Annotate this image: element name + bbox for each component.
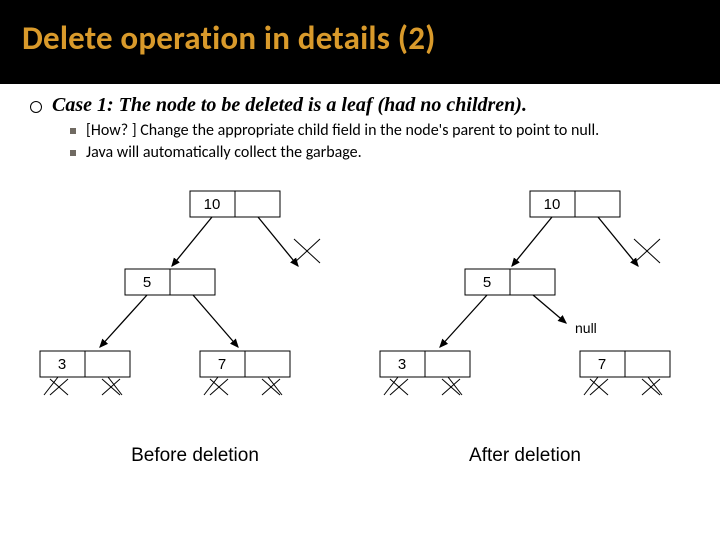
bullet-square-icon	[70, 128, 76, 134]
case-text: Case 1: The node to be deleted is a leaf…	[52, 94, 527, 117]
node-10-right: 10	[544, 196, 561, 213]
slide-content: Case 1: The node to be deleted is a leaf…	[0, 84, 720, 467]
slide-header: Delete operation in details (2)	[0, 0, 720, 84]
tree-diagrams: 10 5 3 7	[30, 181, 690, 441]
node-3-left: 3	[58, 356, 66, 373]
node-3-right: 3	[398, 356, 406, 373]
null-label: null	[575, 320, 597, 336]
trees-svg: 10 5 3 7	[30, 181, 690, 441]
caption-after: After deletion	[360, 445, 690, 467]
sub-bullet-list: [How? ] Change the appropriate child fie…	[70, 121, 690, 163]
node-7-left: 7	[218, 356, 226, 373]
caption-before: Before deletion	[30, 445, 360, 467]
bullet-square-icon	[70, 150, 76, 156]
bullet-circle-icon	[30, 101, 42, 113]
slide-title: Delete operation in details (2)	[22, 18, 698, 58]
sub-text-how: [How? ] Change the appropriate child fie…	[86, 121, 599, 141]
sub-text-java: Java will automatically collect the garb…	[86, 143, 362, 163]
node-5-right: 5	[483, 274, 491, 291]
node-7-right: 7	[598, 356, 606, 373]
node-10-left: 10	[204, 196, 221, 213]
sub-bullet-java: Java will automatically collect the garb…	[70, 143, 690, 163]
node-5-left: 5	[143, 274, 151, 291]
sub-bullet-how: [How? ] Change the appropriate child fie…	[70, 121, 690, 141]
case-bullet: Case 1: The node to be deleted is a leaf…	[30, 94, 690, 117]
diagram-captions: Before deletion After deletion	[30, 445, 690, 467]
